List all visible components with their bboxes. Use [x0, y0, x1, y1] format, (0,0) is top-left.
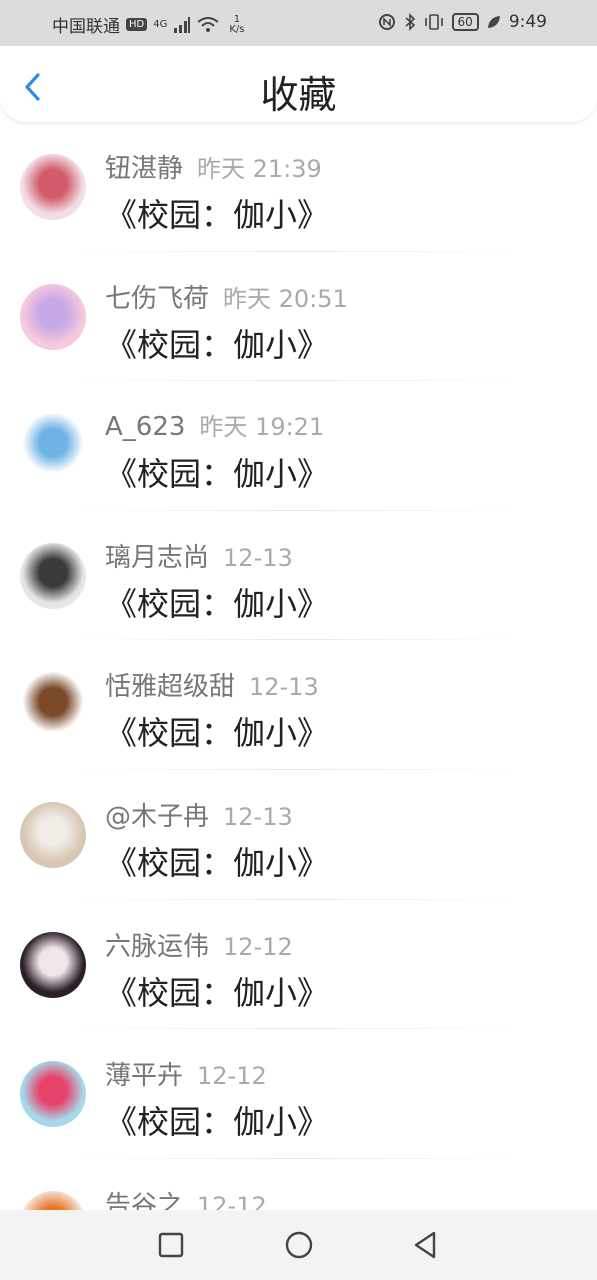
- avatar[interactable]: [20, 542, 86, 609]
- favorite-author: 钮湛静 昨天 21:39: [105, 148, 322, 185]
- page-title: 收藏: [260, 73, 337, 117]
- favorite-time: 12-13: [223, 543, 293, 572]
- favorite-title[interactable]: 《校园：伽小》: [105, 449, 329, 495]
- net-speed-unit: K/s: [229, 23, 245, 35]
- square-icon[interactable]: [156, 1230, 186, 1260]
- favorite-time: 12-13: [223, 802, 293, 831]
- favorite-author: 恬雅超级甜 12-13: [105, 666, 319, 703]
- favorite-author: 璃月志尚 12-13: [105, 537, 293, 574]
- favorite-time: 昨天 20:51: [223, 284, 348, 313]
- favorite-time: 昨天 19:21: [199, 413, 325, 442]
- author-name: A_623: [105, 412, 186, 443]
- signal-icon: [174, 16, 191, 33]
- favorites-list: 钮湛静 昨天 21:39 《校园：伽小》 七伤飞荷 昨天 20:51 《校园：伽小》 A_6…: [0, 122, 597, 1280]
- favorite-time: 12-13: [249, 673, 319, 702]
- favorite-item[interactable]: @木子冉 12-13 《校园：伽小》: [0, 770, 597, 900]
- favorite-title[interactable]: 《校园：伽小》: [105, 1097, 329, 1143]
- wifi-icon: [197, 16, 219, 32]
- favorite-item[interactable]: 六脉运伟 12-12 《校园：伽小》: [0, 900, 597, 1030]
- favorite-item[interactable]: 钮湛静 昨天 21:39 《校园：伽小》: [0, 122, 597, 252]
- favorite-item[interactable]: A_623 昨天 19:21 《校园：伽小》: [0, 381, 597, 511]
- system-nav-bar: [0, 1210, 597, 1280]
- favorite-title[interactable]: 《校园：伽小》: [105, 968, 329, 1014]
- favorite-time: 12-12: [197, 1062, 267, 1091]
- favorite-time: 12-12: [223, 932, 293, 961]
- bluetooth-icon: [405, 13, 415, 31]
- avatar[interactable]: [20, 283, 86, 350]
- net-speed: 1 K/s: [229, 13, 245, 35]
- favorite-author: 六脉运伟 12-12: [105, 926, 293, 963]
- battery-icon: 60: [451, 13, 479, 31]
- author-name: 薄平卉: [105, 1061, 184, 1092]
- avatar[interactable]: [20, 154, 86, 220]
- hd-badge: HD: [126, 18, 148, 31]
- status-bar: 中国联通 HD 4G 1 K/s 60 9:49: [0, 0, 597, 46]
- favorite-title[interactable]: 《校园：伽小》: [105, 190, 329, 236]
- status-left: 中国联通 HD 4G 1 K/s: [52, 12, 245, 37]
- author-name: 钮湛静: [105, 154, 184, 184]
- favorite-item[interactable]: 七伤飞荷 昨天 20:51 《校园：伽小》: [0, 252, 597, 382]
- favorite-title[interactable]: 《校园：伽小》: [105, 838, 329, 884]
- screen: 中国联通 HD 4G 1 K/s 60 9:49 收藏 钮湛静 昨天 21:39…: [0, 0, 597, 1280]
- favorite-item[interactable]: 恬雅超级甜 12-13 《校园：伽小》: [0, 640, 597, 770]
- avatar[interactable]: [20, 1061, 86, 1128]
- avatar[interactable]: [20, 801, 86, 868]
- leaf-icon: [487, 16, 500, 28]
- favorite-author: 薄平卉 12-12: [105, 1055, 267, 1092]
- vibrate-icon: [424, 14, 443, 30]
- favorite-title[interactable]: 《校园：伽小》: [105, 579, 329, 625]
- favorite-author: 七伤飞荷 昨天 20:51: [105, 278, 348, 315]
- author-name: 恬雅超级甜: [105, 672, 236, 703]
- favorite-title[interactable]: 《校园：伽小》: [105, 320, 329, 366]
- avatar[interactable]: [20, 413, 86, 480]
- favorite-author: @木子冉 12-13: [105, 796, 293, 833]
- carrier-label: 中国联通: [52, 17, 120, 37]
- network-type: 4G: [153, 19, 168, 30]
- avatar[interactable]: [20, 672, 86, 739]
- nfc-icon: [378, 14, 395, 30]
- favorite-author: A_623 昨天 19:21: [105, 407, 324, 442]
- avatar[interactable]: [20, 931, 86, 998]
- status-right: 60 9:49: [378, 12, 547, 32]
- favorite-item[interactable]: 薄平卉 12-12 《校园：伽小》: [0, 1029, 597, 1159]
- author-name: 六脉运伟: [105, 931, 210, 962]
- clock: 9:49: [508, 12, 547, 32]
- favorite-time: 昨天 21:39: [197, 155, 322, 183]
- net-speed-value: 1: [233, 13, 241, 25]
- circle-icon[interactable]: [284, 1230, 314, 1260]
- app-header: 收藏: [0, 46, 597, 122]
- author-name: 璃月志尚: [105, 542, 210, 573]
- favorite-item[interactable]: 璃月志尚 12-13 《校园：伽小》: [0, 511, 597, 641]
- triangle-back-icon[interactable]: [410, 1230, 440, 1260]
- author-name: @木子冉: [105, 801, 210, 832]
- author-name: 七伤飞荷: [105, 283, 210, 314]
- favorite-title[interactable]: 《校园：伽小》: [105, 708, 329, 754]
